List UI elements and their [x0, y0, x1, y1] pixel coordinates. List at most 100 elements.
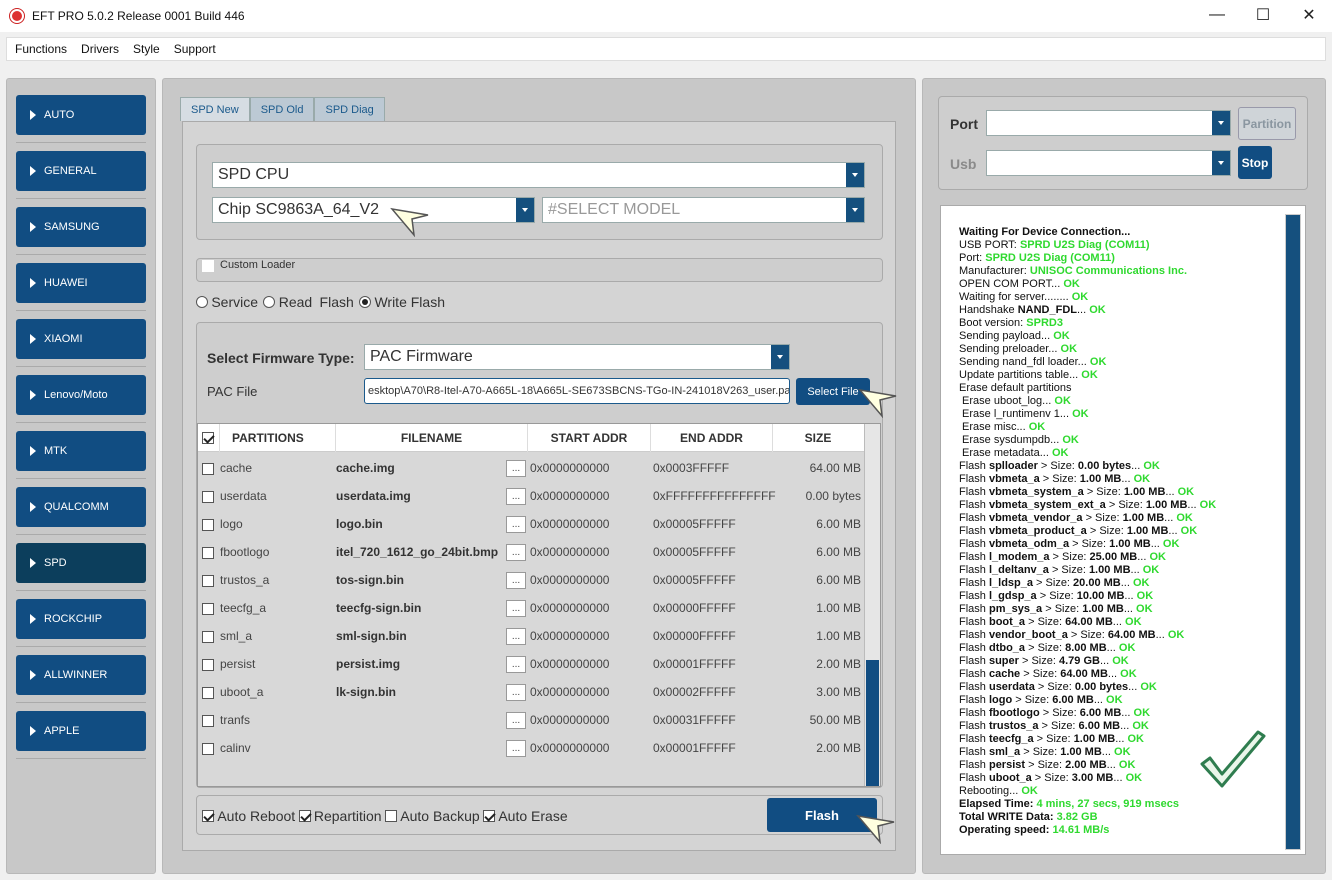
- title-bar: EFT PRO 5.0.2 Release 0001 Build 446 — ☐…: [0, 0, 1332, 32]
- col-end-addr[interactable]: END ADDR: [651, 424, 773, 452]
- chevron-down-icon[interactable]: [846, 163, 864, 187]
- sidebar-item-auto[interactable]: AUTO: [16, 95, 146, 135]
- pac-file-input[interactable]: esktop\A70\R8-Itel-A70-A665L-18\A665L-SE…: [364, 378, 790, 404]
- row-checkbox[interactable]: [202, 630, 214, 643]
- browse-file-button[interactable]: ...: [506, 459, 526, 477]
- chip-select[interactable]: Chip SC9863A_64_V2: [212, 197, 535, 223]
- service-radio[interactable]: [196, 296, 208, 308]
- sidebar-item-lenovo-moto[interactable]: Lenovo/Moto: [16, 375, 146, 415]
- maximize-icon[interactable]: ☐: [1240, 0, 1286, 30]
- log-text: > Size:: [1049, 551, 1090, 563]
- row-checkbox[interactable]: [202, 658, 214, 671]
- row-checkbox-cell: [198, 489, 220, 503]
- auto-backup-checkbox[interactable]: [384, 810, 397, 822]
- browse-file-button[interactable]: ...: [506, 599, 526, 617]
- browse-file-button[interactable]: ...: [506, 627, 526, 645]
- sidebar-item-xiaomi[interactable]: XIAOMI: [16, 319, 146, 359]
- browse-file-button[interactable]: ...: [506, 487, 526, 505]
- chevron-down-icon[interactable]: [846, 198, 864, 222]
- table-row[interactable]: tranfs... 0x0000000000 0x00031FFFFF 50.00 M…: [198, 706, 865, 734]
- read-radio[interactable]: [263, 296, 276, 308]
- log-status: OK: [1060, 343, 1078, 355]
- row-checkbox[interactable]: [202, 686, 214, 699]
- browse-file-button[interactable]: ...: [506, 543, 526, 561]
- row-checkbox[interactable]: [202, 742, 214, 755]
- col-filename[interactable]: FILENAME: [336, 424, 528, 452]
- row-checkbox[interactable]: [202, 462, 214, 475]
- select-all-checkbox[interactable]: [202, 432, 214, 444]
- menu-functions[interactable]: Functions: [15, 42, 67, 56]
- table-row[interactable]: fbootlogo itel_720_1612_go_24bit.bmp... 0x…: [198, 538, 865, 566]
- sidebar-item-apple[interactable]: APPLE: [16, 711, 146, 751]
- usb-select[interactable]: [986, 150, 1231, 176]
- sidebar-item-spd[interactable]: SPD: [16, 543, 146, 583]
- tab-spd-diag[interactable]: SPD Diag: [314, 97, 385, 121]
- browse-file-button[interactable]: ...: [506, 655, 526, 673]
- row-checkbox[interactable]: [202, 574, 214, 587]
- sidebar-item-rockchip[interactable]: ROCKCHIP: [16, 599, 146, 639]
- browse-file-button[interactable]: ...: [506, 515, 526, 533]
- table-scrollbar[interactable]: [864, 424, 880, 786]
- table-row[interactable]: persist persist.img... 0x0000000000 0x00001…: [198, 650, 865, 678]
- table-row[interactable]: logo logo.bin... 0x0000000000 0x00005FFFFF 6…: [198, 510, 865, 538]
- write-flash-radio[interactable]: [359, 296, 372, 308]
- tab-spd-old[interactable]: SPD Old: [249, 97, 315, 121]
- log-text: 64.00 MB: [1060, 668, 1108, 680]
- model-select[interactable]: #SELECT MODEL: [542, 197, 865, 223]
- table-row[interactable]: trustos_a tos-sign.bin... 0x0000000000 0x00…: [198, 566, 865, 594]
- firmware-type-select[interactable]: PAC Firmware: [364, 344, 790, 370]
- log-text: 1.00 MB: [1109, 538, 1151, 550]
- row-checkbox[interactable]: [202, 518, 214, 531]
- log-line: Erase default partitions: [959, 382, 1216, 395]
- menu-style[interactable]: Style: [133, 42, 160, 56]
- custom-loader-checkbox[interactable]: [202, 260, 214, 272]
- port-select[interactable]: [986, 110, 1231, 136]
- sidebar-item-qualcomm[interactable]: QUALCOMM: [16, 487, 146, 527]
- close-icon[interactable]: ✕: [1286, 0, 1332, 30]
- sidebar-item-general[interactable]: GENERAL: [16, 151, 146, 191]
- browse-file-button[interactable]: ...: [506, 683, 526, 701]
- log-text: ...: [1112, 616, 1126, 628]
- log-text: vbmeta_system_a: [988, 486, 1084, 498]
- repartition-checkbox[interactable]: [298, 810, 311, 822]
- cpu-select[interactable]: SPD CPU: [212, 162, 865, 188]
- chevron-down-icon[interactable]: [1212, 111, 1230, 135]
- chevron-down-icon[interactable]: [516, 198, 534, 222]
- table-row[interactable]: cache cache.img... 0x0000000000 0x0003FFFFF…: [198, 454, 865, 482]
- log-scrollbar[interactable]: [1285, 214, 1301, 850]
- sidebar-item-samsung[interactable]: SAMSUNG: [16, 207, 146, 247]
- browse-file-button[interactable]: ...: [506, 711, 526, 729]
- row-checkbox[interactable]: [202, 490, 214, 503]
- auto-erase-checkbox[interactable]: [483, 810, 495, 822]
- minimize-icon[interactable]: —: [1194, 0, 1240, 30]
- table-row[interactable]: uboot_a lk-sign.bin... 0x0000000000 0x00002…: [198, 678, 865, 706]
- table-row[interactable]: sml_a sml-sign.bin... 0x0000000000 0x00000F…: [198, 622, 865, 650]
- menu-drivers[interactable]: Drivers: [81, 42, 119, 56]
- row-checkbox[interactable]: [202, 546, 214, 559]
- col-partitions[interactable]: PARTITIONS: [220, 424, 336, 452]
- partition-button[interactable]: Partition: [1238, 107, 1296, 140]
- table-row[interactable]: userdata userdata.img... 0x0000000000 0xFFF…: [198, 482, 865, 510]
- sidebar-item-mtk[interactable]: MTK: [16, 431, 146, 471]
- menu-support[interactable]: Support: [174, 42, 216, 56]
- sidebar-item-allwinner[interactable]: ALLWINNER: [16, 655, 146, 695]
- log-text: > Size:: [1039, 473, 1080, 485]
- stop-button[interactable]: Stop: [1238, 146, 1272, 179]
- browse-file-button[interactable]: ...: [506, 739, 526, 757]
- start-addr: 0x0000000000: [530, 517, 610, 531]
- auto-reboot-checkbox[interactable]: [202, 810, 214, 822]
- table-scrollbar-thumb[interactable]: [866, 660, 879, 786]
- tab-spd-new[interactable]: SPD New: [180, 97, 250, 121]
- col-start-addr[interactable]: START ADDR: [528, 424, 651, 452]
- chevron-down-icon[interactable]: [771, 345, 789, 369]
- log-status: OK: [1125, 772, 1143, 784]
- table-row[interactable]: teecfg_a teecfg-sign.bin... 0x0000000000 0x…: [198, 594, 865, 622]
- row-checkbox[interactable]: [202, 714, 214, 727]
- browse-file-button[interactable]: ...: [506, 571, 526, 589]
- col-size[interactable]: SIZE: [773, 424, 863, 452]
- chevron-down-icon[interactable]: [1212, 151, 1230, 175]
- log-line: Flash vbmeta_odm_a > Size: 1.00 MB... OK: [959, 538, 1216, 551]
- row-checkbox[interactable]: [202, 602, 214, 615]
- sidebar-item-huawei[interactable]: HUAWEI: [16, 263, 146, 303]
- table-row[interactable]: calinv... 0x0000000000 0x00001FFFFF 2.00 MB: [198, 734, 865, 762]
